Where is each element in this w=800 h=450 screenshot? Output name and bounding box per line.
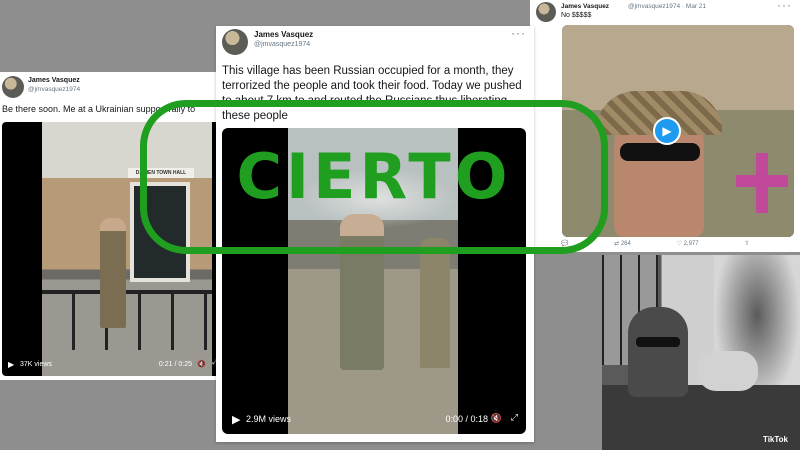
sunglasses [620, 143, 700, 161]
play-icon[interactable]: ▶ [232, 413, 240, 426]
verdict-label: CIERTO [236, 140, 512, 213]
avatar[interactable] [536, 2, 556, 22]
video-controls: ▶ 37K views 0:21 / 0:25 🔇 ⤢ [2, 354, 222, 376]
video-time: 0:21 / 0:25 [158, 361, 192, 368]
railing [42, 290, 212, 350]
like-count: 2,977 [683, 241, 699, 247]
share-icon[interactable]: ⇧ [744, 241, 749, 247]
view-count: 2.9M views [246, 414, 292, 424]
play-icon[interactable]: ▶ [653, 117, 681, 145]
author-handle[interactable]: @jmvasquez1974 · Mar 21 [628, 3, 706, 10]
retweet-icon[interactable]: ⇄ 264 [614, 241, 653, 247]
author-handle[interactable]: @jmvasquez1974 [28, 86, 80, 93]
sunglasses [636, 337, 680, 347]
verdict-stamp: CIERTO [140, 100, 608, 254]
more-icon[interactable]: ··· [511, 26, 526, 40]
volume-icon[interactable]: 🔇 [491, 413, 502, 424]
tiktok-image: TikTok [602, 255, 800, 450]
hand [698, 351, 758, 391]
avatar[interactable] [2, 76, 24, 98]
author-handle[interactable]: @jmvasquez1974 [254, 41, 310, 48]
tiktok-logo: TikTok [762, 435, 788, 444]
person-figure [100, 218, 126, 328]
like-icon[interactable]: ♡ 2,977 [677, 241, 721, 247]
volume-icon[interactable]: 🔇 [197, 360, 206, 368]
fullscreen-icon[interactable]: ⤢ [511, 412, 518, 423]
video-time: 0:00 / 0:18 [445, 414, 488, 424]
author-name[interactable]: James Vasquez [561, 3, 609, 10]
more-icon[interactable]: ··· [777, 0, 792, 12]
author-name[interactable]: James Vasquez [28, 77, 80, 84]
play-icon[interactable]: ▶ [8, 360, 14, 369]
tweet-text: No $$$$$ [561, 12, 592, 19]
avatar[interactable] [222, 29, 248, 55]
ukrainian-cross-emblem [736, 153, 788, 213]
author-name[interactable]: James Vasquez [254, 30, 313, 39]
video-controls: ▶ 2.9M views 0:00 / 0:18 🔇 ⤢ [222, 404, 526, 434]
soldier-figure-2 [420, 238, 450, 368]
retweet-count: 264 [620, 241, 631, 247]
tweet-header: James Vasquez @jmvasquez1974 ··· [216, 26, 534, 60]
man-figure [628, 307, 688, 397]
view-count: 37K views [20, 361, 52, 368]
